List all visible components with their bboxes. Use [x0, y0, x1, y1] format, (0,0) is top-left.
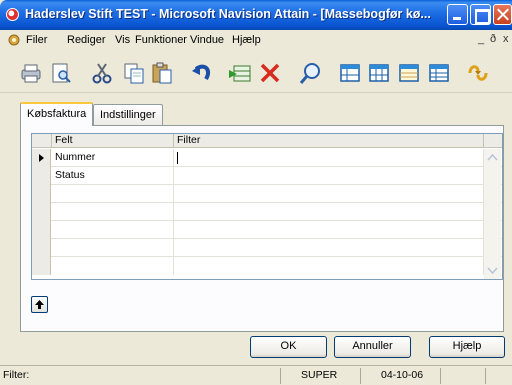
tab-kobsfaktura[interactable]: Købsfaktura: [20, 102, 94, 126]
column-header-felt[interactable]: Felt: [52, 134, 174, 148]
filter-cell[interactable]: [174, 167, 484, 185]
tab-indstillinger[interactable]: Indstillinger: [93, 104, 163, 125]
app-icon[interactable]: [6, 8, 19, 21]
status-pane-empty: [440, 368, 485, 384]
window-title: Haderslev Stift TEST - Microsoft Navisio…: [25, 7, 431, 21]
print-preview-icon[interactable]: [49, 61, 73, 85]
felt-cell[interactable]: [52, 257, 174, 275]
filter-cell[interactable]: [174, 239, 484, 257]
list-icon[interactable]: [367, 61, 391, 85]
column-header-filter[interactable]: Filter: [174, 134, 484, 148]
delete-icon[interactable]: [258, 61, 282, 85]
menu-filer[interactable]: Filer: [26, 34, 47, 46]
felt-cell[interactable]: Status: [52, 167, 174, 185]
tab-panel: Felt Filter Nummer Status: [20, 125, 504, 332]
table-row[interactable]: Status: [32, 167, 502, 185]
row-selector[interactable]: [32, 221, 51, 239]
menu-hjaelp[interactable]: Hjælp: [232, 34, 261, 46]
table-row[interactable]: Nummer: [32, 149, 502, 167]
ok-button[interactable]: OK: [250, 336, 327, 358]
table-row[interactable]: [32, 221, 502, 239]
filter-input[interactable]: [174, 149, 484, 167]
row-selector[interactable]: [32, 167, 51, 185]
maximize-button[interactable]: [470, 4, 491, 25]
text-cursor: [177, 152, 178, 164]
mdi-restore-button[interactable]: ð: [490, 33, 496, 45]
find-icon[interactable]: [299, 61, 323, 85]
toolbar: [0, 50, 512, 93]
mdi-minimize-button[interactable]: _: [478, 33, 484, 45]
vertical-scrollbar[interactable]: [484, 149, 501, 279]
menu-vindue[interactable]: Vindue: [190, 34, 224, 46]
grid-header: Felt Filter: [32, 134, 502, 148]
table-row[interactable]: [32, 185, 502, 203]
undo-icon[interactable]: [190, 61, 214, 85]
filter-cell[interactable]: [174, 221, 484, 239]
felt-cell[interactable]: [52, 185, 174, 203]
menu-funktioner[interactable]: Funktioner: [135, 34, 187, 46]
scroll-down-icon[interactable]: [484, 262, 501, 279]
row-selector-header: [32, 134, 52, 148]
felt-cell[interactable]: [52, 239, 174, 257]
mdi-close-button[interactable]: x: [503, 33, 509, 45]
menu-rediger[interactable]: Rediger: [67, 34, 106, 46]
filter-cell[interactable]: [174, 203, 484, 221]
filter-cell[interactable]: [174, 185, 484, 203]
collapse-button[interactable]: [31, 296, 48, 313]
table-row[interactable]: [32, 257, 502, 275]
menu-bar: Filer Rediger Vis Funktioner Vindue Hjæl…: [0, 30, 512, 50]
status-user: SUPER: [280, 368, 360, 384]
felt-cell[interactable]: [52, 203, 174, 221]
status-pane-empty: [485, 368, 512, 384]
close-button[interactable]: [493, 4, 512, 25]
minimize-button[interactable]: [447, 4, 468, 25]
row-selector[interactable]: [32, 239, 51, 257]
row-selector[interactable]: [32, 149, 51, 167]
arrow-up-icon: [35, 300, 44, 309]
status-date: 04-10-06: [360, 368, 440, 384]
row-selector[interactable]: [32, 203, 51, 221]
request-page-dialog: Købsfaktura Indstillinger Felt Filter Nu…: [0, 93, 512, 365]
cut-icon[interactable]: [90, 61, 114, 85]
status-bar: Filter: SUPER 04-10-06: [0, 365, 512, 385]
card-icon[interactable]: [397, 61, 421, 85]
scroll-up-icon[interactable]: [484, 149, 501, 166]
document-menu-icon[interactable]: [8, 34, 20, 46]
table-row[interactable]: [32, 239, 502, 257]
printer-icon[interactable]: [19, 61, 43, 85]
status-filter-label: Filter:: [3, 369, 30, 381]
insert-record-icon[interactable]: [228, 61, 252, 85]
copy-icon[interactable]: [122, 61, 146, 85]
form-icon[interactable]: [338, 61, 362, 85]
filter-cell[interactable]: [174, 257, 484, 275]
paste-icon[interactable]: [150, 61, 174, 85]
navigate-icon[interactable]: [466, 61, 490, 85]
help-button[interactable]: Hjælp: [429, 336, 505, 358]
cancel-button[interactable]: Annuller: [334, 336, 411, 358]
felt-cell[interactable]: [52, 221, 174, 239]
table-row[interactable]: [32, 203, 502, 221]
felt-cell[interactable]: Nummer: [52, 149, 174, 167]
row-selector[interactable]: [32, 185, 51, 203]
current-row-arrow-icon: [39, 154, 44, 162]
menu-vis[interactable]: Vis: [115, 34, 130, 46]
filter-grid: Felt Filter Nummer Status: [31, 133, 503, 280]
row-selector[interactable]: [32, 257, 51, 275]
title-bar[interactable]: Haderslev Stift TEST - Microsoft Navisio…: [0, 0, 512, 30]
table-icon[interactable]: [427, 61, 451, 85]
